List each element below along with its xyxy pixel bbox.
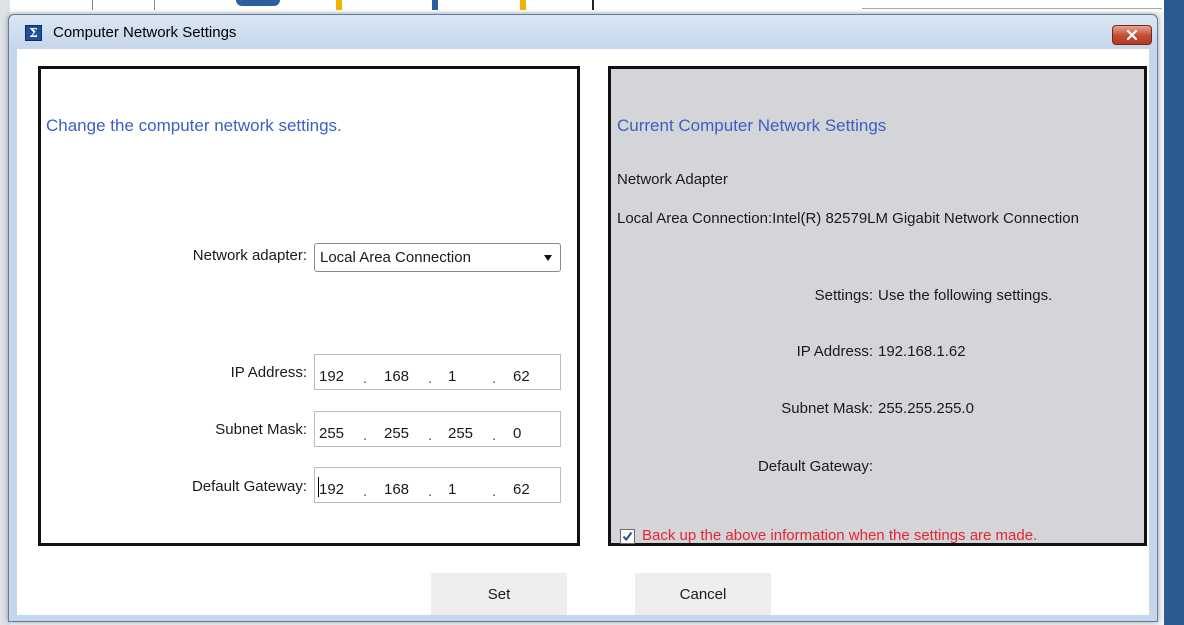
change-settings-panel: Change the computer network settings. Ne… [38,66,580,546]
network-adapter-value: Local Area Connection [320,249,471,266]
gateway-octet-4[interactable]: 62 [513,481,530,498]
dialog-client-area: Change the computer network settings. Ne… [17,49,1149,615]
current-ip-value: 192.168.1.62 [878,343,966,360]
ip-octet-2[interactable]: 168 [384,368,409,385]
subnet-octet-4[interactable]: 0 [513,425,521,442]
subnet-mask-input[interactable]: 255 . 255 . 255 . 0 [314,411,561,447]
network-adapter-select[interactable]: Local Area Connection [314,243,561,272]
backup-checkbox[interactable] [620,529,635,544]
ip-address-label: IP Address: [230,364,307,381]
background-divider [154,0,155,10]
octet-separator: . [363,427,368,444]
chevron-down-icon [544,255,552,261]
backup-checkbox-label[interactable]: Back up the above information when the s… [642,527,1037,544]
window-title: Computer Network Settings [53,24,237,41]
ip-address-input[interactable]: 192 . 168 . 1 . 62 [314,354,561,390]
background-divider [592,0,594,10]
sigma-app-icon: Σ [25,25,42,41]
current-gateway-label: Default Gateway: [757,458,873,475]
gateway-octet-1[interactable]: 192 [319,481,344,498]
network-settings-dialog: Σ Computer Network Settings Change the c… [8,14,1158,622]
ip-octet-3[interactable]: 1 [448,368,456,385]
background-divider [92,0,93,10]
background-toolbar [0,0,1184,12]
default-gateway-label: Default Gateway: [191,478,307,495]
octet-separator: . [363,483,368,500]
current-subnet-value: 255.255.255.0 [878,400,974,417]
subnet-mask-label: Subnet Mask: [215,421,307,438]
subnet-octet-2[interactable]: 255 [384,425,409,442]
ip-octet-4[interactable]: 62 [513,368,530,385]
octet-separator: . [492,427,497,444]
octet-separator: . [363,370,368,387]
octet-separator: . [428,427,433,444]
title-bar[interactable]: Σ Computer Network Settings [9,15,1157,49]
background-shape [236,0,280,6]
current-settings-panel: Current Computer Network Settings Networ… [608,66,1147,546]
network-adapter-detail: Local Area Connection:Intel(R) 82579LM G… [617,210,1079,227]
background-shape [432,0,438,10]
current-subnet-label: Subnet Mask: [781,400,873,417]
current-ip-label: IP Address: [796,343,873,360]
change-settings-heading: Change the computer network settings. [46,116,342,135]
close-button[interactable] [1112,25,1152,45]
background-right-edge [1164,0,1184,625]
settings-value: Use the following settings. [878,287,1053,304]
background-shape [336,0,342,10]
set-button[interactable]: Set [431,573,567,615]
cancel-button[interactable]: Cancel [635,573,771,615]
ip-octet-1[interactable]: 192 [319,368,344,385]
checkmark-icon [622,531,633,542]
octet-separator: . [492,370,497,387]
octet-separator: . [428,370,433,387]
octet-separator: . [492,483,497,500]
settings-label: Settings: [814,287,873,304]
network-adapter-label: Network adapter: [192,247,307,264]
subnet-octet-3[interactable]: 255 [448,425,473,442]
close-icon [1126,30,1138,40]
current-settings-heading: Current Computer Network Settings [617,116,887,135]
background-divider [862,8,1162,9]
gateway-octet-3[interactable]: 1 [448,481,456,498]
default-gateway-input[interactable]: 192 . 168 . 1 . 62 [314,467,561,503]
gateway-octet-2[interactable]: 168 [384,481,409,498]
octet-separator: . [428,483,433,500]
subnet-octet-1[interactable]: 255 [319,425,344,442]
background-shape [520,0,526,10]
network-adapter-header: Network Adapter [617,171,728,188]
